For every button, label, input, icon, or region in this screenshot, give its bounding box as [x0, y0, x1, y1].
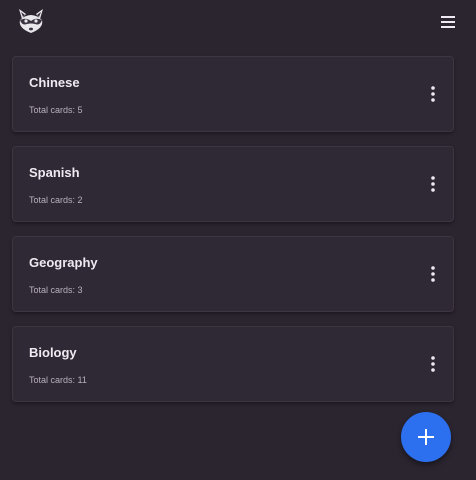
more-vert-icon[interactable]	[427, 265, 439, 283]
deck-card-spanish[interactable]: Spanish Total cards: 2	[12, 146, 454, 222]
deck-name: Geography	[29, 255, 98, 270]
hamburger-menu-icon[interactable]	[437, 12, 459, 32]
raccoon-logo-icon[interactable]	[16, 7, 46, 35]
more-vert-icon[interactable]	[427, 355, 439, 373]
add-deck-button[interactable]	[401, 412, 451, 462]
deck-card-geography[interactable]: Geography Total cards: 3	[12, 236, 454, 312]
deck-list: Chinese Total cards: 5 Spanish Total car…	[12, 56, 454, 416]
more-vert-icon[interactable]	[427, 175, 439, 193]
deck-name: Biology	[29, 345, 77, 360]
deck-card-count: Total cards: 3	[29, 285, 83, 295]
plus-icon	[418, 429, 434, 445]
deck-card-chinese[interactable]: Chinese Total cards: 5	[12, 56, 454, 132]
deck-name: Chinese	[29, 75, 80, 90]
deck-card-count: Total cards: 11	[29, 375, 87, 385]
more-vert-icon[interactable]	[427, 85, 439, 103]
deck-name: Spanish	[29, 165, 80, 180]
deck-card-count: Total cards: 5	[29, 105, 83, 115]
deck-card-biology[interactable]: Biology Total cards: 11	[12, 326, 454, 402]
top-bar	[0, 0, 476, 44]
deck-card-count: Total cards: 2	[29, 195, 83, 205]
